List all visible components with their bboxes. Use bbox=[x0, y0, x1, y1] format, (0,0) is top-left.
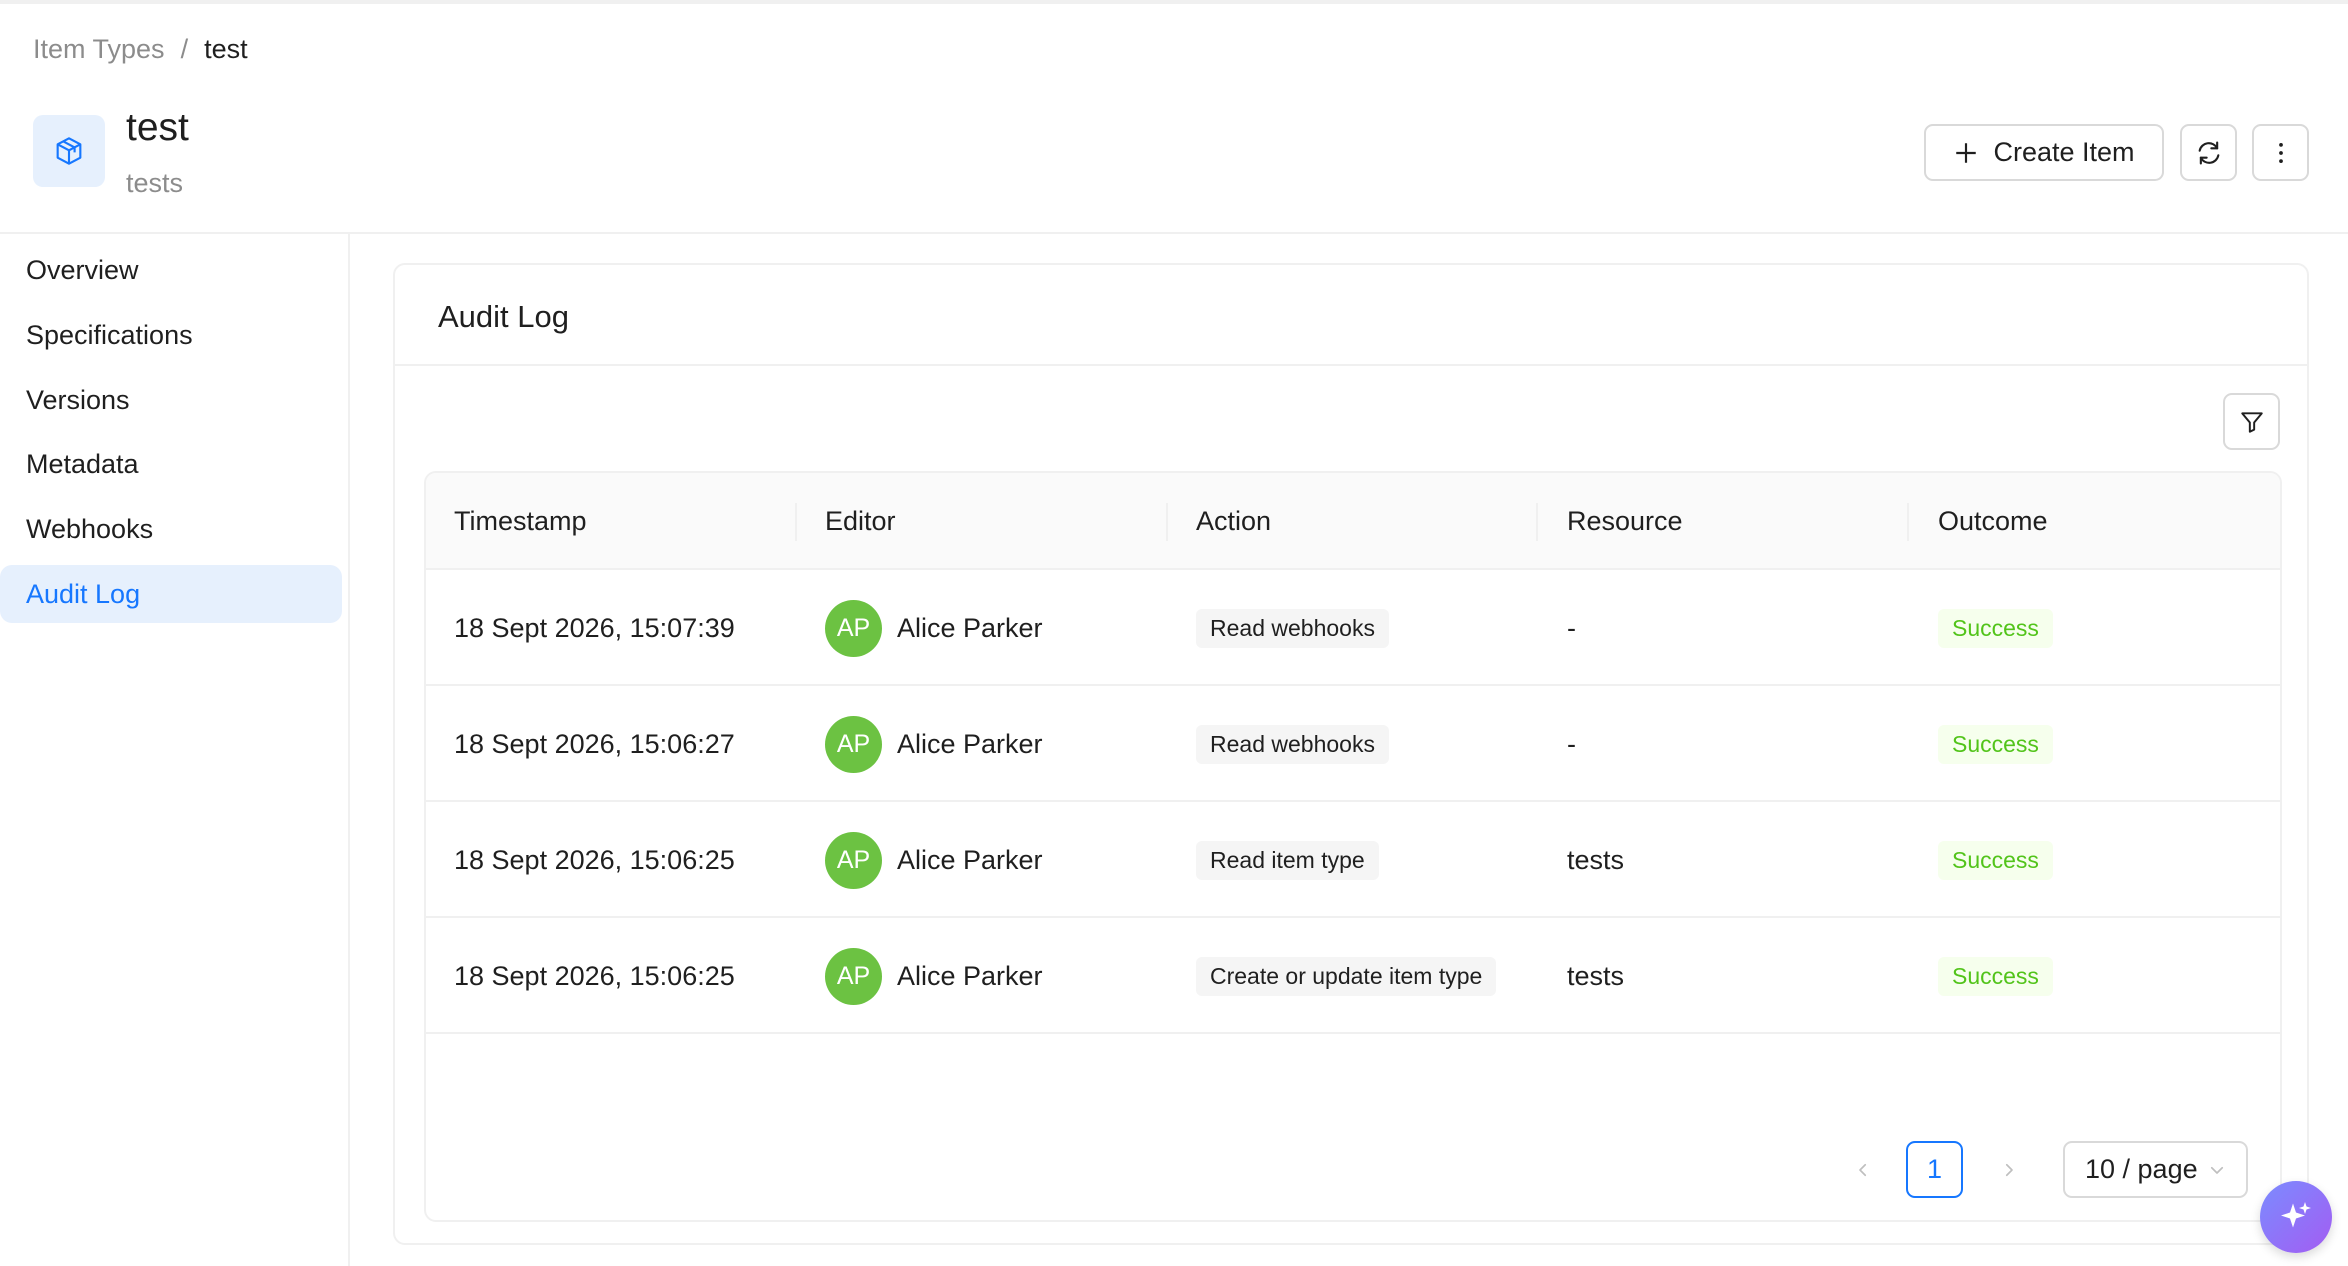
sidebar-item-metadata[interactable]: Metadata bbox=[0, 435, 342, 493]
table-row: 18 Sept 2026, 15:07:39 AP Alice Parker R… bbox=[426, 570, 2280, 686]
breadcrumb: Item Types / test bbox=[33, 34, 248, 65]
timestamp-cell: 18 Sept 2026, 15:06:27 bbox=[454, 728, 735, 759]
outcome-cell: Success bbox=[1938, 686, 2053, 802]
header-divider bbox=[0, 232, 2348, 234]
audit-log-card: Audit Log Timestamp Editor Action Resour… bbox=[393, 263, 2309, 1245]
editor-cell: AP Alice Parker bbox=[825, 686, 1043, 802]
action-tag: Read webhooks bbox=[1196, 724, 1389, 764]
resource-cell: - bbox=[1567, 612, 1576, 643]
filter-button[interactable] bbox=[2223, 393, 2280, 450]
sparkle-icon bbox=[2281, 1202, 2311, 1228]
timestamp-cell: 18 Sept 2026, 15:06:25 bbox=[454, 960, 735, 991]
action-cell: Create or update item type bbox=[1196, 918, 1497, 1034]
editor-name: Alice Parker bbox=[897, 612, 1043, 643]
page-subtitle: tests bbox=[126, 168, 184, 198]
outcome-cell: Success bbox=[1938, 570, 2053, 686]
card-title: Audit Log bbox=[438, 299, 569, 334]
filter-icon bbox=[2240, 411, 2263, 433]
timestamp-cell: 18 Sept 2026, 15:06:25 bbox=[454, 844, 735, 875]
breadcrumb-current: test bbox=[204, 34, 248, 64]
refresh-icon bbox=[2198, 140, 2219, 165]
outcome-badge: Success bbox=[1938, 840, 2053, 880]
sidebar: Overview Specifications Versions Metadat… bbox=[0, 234, 350, 1266]
action-tag: Read item type bbox=[1196, 840, 1379, 880]
chevron-right-icon bbox=[2005, 1163, 2013, 1176]
item-type-icon-box bbox=[33, 115, 105, 187]
create-item-button[interactable]: Create Item bbox=[1924, 124, 2164, 181]
timestamp-cell: 18 Sept 2026, 15:07:39 bbox=[454, 612, 735, 643]
ai-assistant-button[interactable] bbox=[2260, 1181, 2332, 1253]
sidebar-item-webhooks[interactable]: Webhooks bbox=[0, 500, 342, 558]
column-header-editor[interactable]: Editor bbox=[825, 473, 896, 570]
pagination-next-button[interactable] bbox=[1989, 1141, 2029, 1198]
sidebar-item-versions[interactable]: Versions bbox=[0, 371, 342, 429]
action-cell: Read webhooks bbox=[1196, 686, 1389, 802]
editor-cell: AP Alice Parker bbox=[825, 918, 1043, 1034]
editor-name: Alice Parker bbox=[897, 960, 1043, 991]
audit-table: Timestamp Editor Action Resource Outcome… bbox=[424, 471, 2282, 1222]
sidebar-item-audit-log[interactable]: Audit Log bbox=[0, 565, 342, 623]
column-header-resource[interactable]: Resource bbox=[1567, 473, 1683, 570]
resource-cell: tests bbox=[1567, 844, 1625, 875]
top-border bbox=[0, 0, 2348, 4]
resource-cell: - bbox=[1567, 728, 1576, 759]
action-cell: Read webhooks bbox=[1196, 570, 1389, 686]
editor-name: Alice Parker bbox=[897, 844, 1043, 875]
page-size-select[interactable]: 10 / page bbox=[2063, 1141, 2248, 1198]
action-tag: Create or update item type bbox=[1196, 956, 1497, 996]
card-divider bbox=[395, 364, 2307, 366]
outcome-badge: Success bbox=[1938, 956, 2053, 996]
plus-icon bbox=[1956, 142, 1977, 163]
breadcrumb-link-item-types[interactable]: Item Types bbox=[33, 34, 165, 65]
avatar: AP bbox=[825, 715, 882, 773]
create-item-label: Create Item bbox=[1993, 137, 2135, 167]
chevron-down-icon bbox=[2210, 1166, 2224, 1174]
editor-name: Alice Parker bbox=[897, 728, 1043, 759]
column-separator bbox=[1536, 503, 1538, 541]
action-cell: Read item type bbox=[1196, 802, 1379, 918]
column-separator bbox=[1907, 503, 1909, 541]
avatar: AP bbox=[825, 831, 882, 889]
table-row: 18 Sept 2026, 15:06:25 AP Alice Parker R… bbox=[426, 802, 2280, 918]
more-vertical-icon bbox=[2278, 142, 2283, 163]
outcome-cell: Success bbox=[1938, 918, 2053, 1034]
pagination-page-1[interactable]: 1 bbox=[1906, 1141, 1963, 1198]
avatar: AP bbox=[825, 599, 882, 657]
pagination-prev-button[interactable] bbox=[1843, 1141, 1883, 1198]
breadcrumb-separator: / bbox=[180, 34, 189, 64]
page-title: test bbox=[126, 106, 189, 149]
table-row: 18 Sept 2026, 15:06:27 AP Alice Parker R… bbox=[426, 686, 2280, 802]
avatar: AP bbox=[825, 947, 882, 1005]
column-separator bbox=[795, 503, 797, 541]
page-size-value: 10 / page bbox=[2085, 1154, 2198, 1184]
resource-cell: tests bbox=[1567, 960, 1625, 991]
column-header-action[interactable]: Action bbox=[1196, 473, 1271, 570]
column-header-outcome[interactable]: Outcome bbox=[1938, 473, 2048, 570]
action-tag: Read webhooks bbox=[1196, 608, 1389, 648]
column-header-timestamp[interactable]: Timestamp bbox=[454, 473, 587, 570]
editor-cell: AP Alice Parker bbox=[825, 802, 1043, 918]
chevron-left-icon bbox=[1859, 1163, 1867, 1176]
sidebar-item-overview[interactable]: Overview bbox=[0, 241, 342, 299]
outcome-badge: Success bbox=[1938, 608, 2053, 648]
more-options-button[interactable] bbox=[2252, 124, 2309, 181]
refresh-button[interactable] bbox=[2180, 124, 2237, 181]
outcome-cell: Success bbox=[1938, 802, 2053, 918]
column-separator bbox=[1166, 503, 1168, 541]
table-header: Timestamp Editor Action Resource Outcome bbox=[426, 473, 2280, 570]
sidebar-item-specifications[interactable]: Specifications bbox=[0, 306, 342, 364]
outcome-badge: Success bbox=[1938, 724, 2053, 764]
editor-cell: AP Alice Parker bbox=[825, 570, 1043, 686]
cube-icon bbox=[56, 137, 82, 165]
table-row: 18 Sept 2026, 15:06:25 AP Alice Parker C… bbox=[426, 918, 2280, 1034]
